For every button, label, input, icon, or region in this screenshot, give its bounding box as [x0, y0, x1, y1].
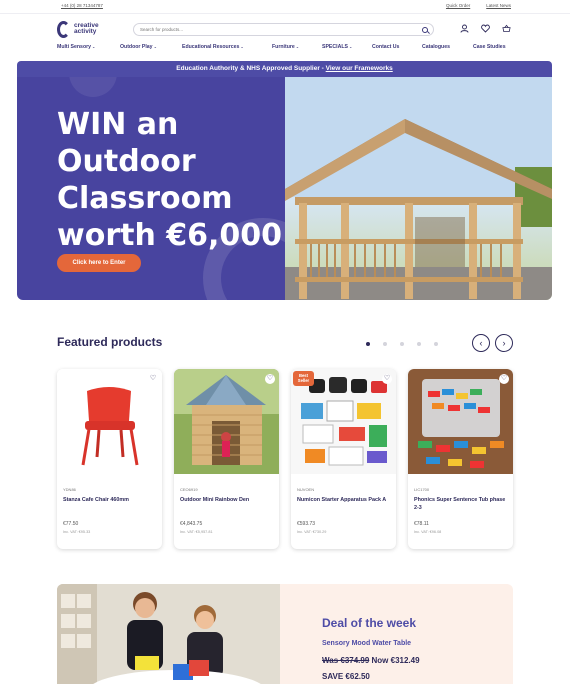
carousel-dot[interactable] — [434, 342, 438, 346]
enter-button[interactable]: Click here to Enter — [57, 254, 141, 272]
product-card[interactable]: ♡ CEO6919 Outdoor Mini Rainbow Den €4,84… — [174, 369, 279, 549]
chevron-left-icon: ‹ — [479, 338, 483, 348]
carousel-dot[interactable] — [366, 342, 370, 346]
outdoor-classroom-image — [285, 77, 552, 300]
deal-product-image — [57, 584, 280, 684]
chevron-right-icon: › — [502, 338, 506, 348]
product-card[interactable]: Best Seller ♡ NUVOEN Numicon Starter App… — [291, 369, 396, 549]
product-price-inc-vat: Inc. VAT: €96.08 — [414, 530, 442, 534]
product-code: YDN86 — [63, 487, 76, 492]
product-name[interactable]: Outdoor Mini Rainbow Den — [180, 496, 274, 504]
search-input[interactable] — [140, 27, 400, 32]
product-price-inc-vat: Inc. VAT: €95.33 — [63, 530, 91, 534]
product-price: €77.50 — [63, 521, 79, 527]
featured-title: Featured products — [57, 335, 163, 349]
nav-item-case-studies[interactable]: Case Studies — [473, 44, 506, 50]
nav-item-catalogues[interactable]: Catalogues — [422, 44, 450, 50]
logo-mark-icon — [57, 20, 71, 38]
wishlist-heart-icon[interactable]: ♡ — [265, 374, 275, 384]
carousel-dot[interactable] — [383, 342, 387, 346]
deal-info-panel: Deal of the week Sensory Mood Water Tabl… — [280, 584, 513, 684]
carousel-dot[interactable] — [400, 342, 404, 346]
carousel-dots — [366, 342, 438, 346]
logo-line2: activity — [74, 28, 97, 35]
deal-saving: SAVE €62.50 — [322, 672, 370, 681]
product-price-inc-vat: Inc. VAT: €730.29 — [297, 530, 327, 534]
chevron-down-icon: ⌄ — [295, 44, 300, 49]
logo[interactable]: creative activity — [57, 19, 109, 39]
utility-links: Quick Order Latest News — [446, 3, 511, 8]
chevron-down-icon: ⌄ — [92, 44, 96, 49]
carousel-next-button[interactable]: › — [495, 334, 513, 352]
product-name[interactable]: Numicon Starter Apparatus Pack A — [297, 496, 391, 504]
product-name[interactable]: Stanza Cafe Chair 460mm — [63, 496, 157, 504]
main-nav: Multi Sensory⌄ Outdoor Play⌄ Educational… — [0, 42, 570, 55]
product-image — [57, 369, 162, 474]
carousel-prev-button[interactable]: ‹ — [472, 334, 490, 352]
chevron-down-icon: ⌄ — [240, 44, 244, 49]
product-image — [174, 369, 279, 474]
deal-of-the-week-banner[interactable]: Deal of the week Sensory Mood Water Tabl… — [57, 584, 513, 684]
nav-item-furniture[interactable]: Furniture⌄ — [272, 44, 299, 50]
nav-item-specials[interactable]: SPECIALS⌄ — [322, 44, 352, 50]
chevron-down-icon: ⌄ — [348, 44, 353, 49]
search-icon[interactable] — [422, 27, 428, 33]
product-price: €593.73 — [297, 521, 316, 527]
nav-item-contact-us[interactable]: Contact Us — [372, 44, 399, 50]
best-seller-badge: Best Seller — [293, 371, 314, 386]
hero-panel: WIN an Outdoor Classroom worth €6,000 Cl… — [17, 77, 285, 300]
product-code: NUVOEN — [297, 487, 315, 492]
quick-order-link[interactable]: Quick Order — [446, 3, 470, 8]
product-price: €78.11 — [414, 521, 429, 527]
product-code: CEO6919 — [180, 487, 198, 492]
deal-new-price: Now €312.49 — [369, 656, 420, 665]
carousel-dot[interactable] — [417, 342, 421, 346]
product-name[interactable]: Phonics Super Sentence Tub phase 2-3 — [414, 496, 508, 512]
frameworks-link[interactable]: View our Frameworks — [326, 65, 393, 72]
supplier-text: Education Authority & NHS Approved Suppl… — [176, 65, 326, 72]
deal-old-price: Was €374.99 — [322, 656, 370, 665]
product-price: €4,843.75 — [180, 521, 203, 527]
wishlist-heart-icon[interactable]: ♡ — [499, 374, 509, 384]
basket-icon[interactable] — [502, 24, 511, 33]
header-icons — [460, 24, 511, 33]
hero-title: WIN an Outdoor Classroom worth €6,000 — [57, 107, 283, 253]
product-image — [408, 369, 513, 474]
deal-product-name[interactable]: Sensory Mood Water Table — [322, 640, 411, 647]
product-price-inc-vat: Inc. VAT: €5,957.81 — [180, 530, 213, 534]
product-code: LIC1700 — [414, 487, 430, 492]
nav-item-outdoor-play[interactable]: Outdoor Play⌄ — [120, 44, 157, 50]
deal-price: Was €374.99 Now €312.49 — [322, 656, 420, 665]
chevron-down-icon: ⌄ — [153, 44, 157, 49]
search-bar — [133, 23, 434, 36]
product-card[interactable]: ♡ LIC1700 Phonics Super Sentence Tub pha… — [408, 369, 513, 549]
wishlist-heart-icon[interactable]: ♡ — [382, 374, 392, 384]
user-icon[interactable] — [460, 24, 469, 33]
heart-icon[interactable] — [481, 24, 490, 33]
phone-link[interactable]: +44 (0) 28 71344787 — [61, 3, 103, 8]
latest-news-link[interactable]: Latest News — [486, 3, 511, 8]
supplier-strip: Education Authority & NHS Approved Suppl… — [17, 61, 552, 77]
product-card[interactable]: ♡ YDN86 Stanza Cafe Chair 460mm €77.50 I… — [57, 369, 162, 549]
nav-item-multi-sensory[interactable]: Multi Sensory⌄ — [57, 44, 95, 50]
deal-title: Deal of the week — [322, 616, 417, 630]
nav-item-educational-resources[interactable]: Educational Resources⌄ — [182, 44, 244, 50]
top-utility-bar: +44 (0) 28 71344787 Quick Order Latest N… — [0, 0, 570, 14]
wishlist-heart-icon[interactable]: ♡ — [148, 374, 158, 384]
hero-banner[interactable]: WIN an Outdoor Classroom worth €6,000 Cl… — [17, 77, 552, 300]
